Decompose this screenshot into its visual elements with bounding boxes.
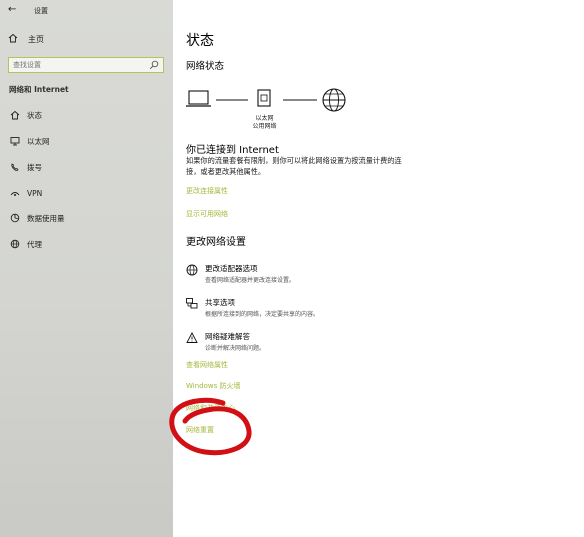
sharing-options[interactable]: 共享选项 根据所连接到的网络，决定要共享的内容。 bbox=[186, 297, 416, 321]
option-title: 更改适配器选项 bbox=[205, 264, 258, 273]
laptop-icon bbox=[186, 90, 211, 107]
option-description: 诊断并解决网络问题。 bbox=[205, 345, 266, 352]
sidebar-item-data-usage[interactable]: 数据使用量 bbox=[8, 211, 65, 225]
adapter-network-type: 公用网络 bbox=[252, 123, 277, 130]
windows-firewall-link[interactable]: Windows 防火墙 bbox=[186, 381, 240, 391]
phone-icon bbox=[8, 161, 22, 173]
ethernet-port-icon bbox=[257, 89, 271, 107]
monitor-icon bbox=[8, 135, 22, 147]
option-title: 网络疑难解答 bbox=[205, 332, 250, 341]
sidebar-item-label: 代理 bbox=[27, 239, 42, 249]
globe-icon bbox=[8, 238, 22, 250]
sidebar-item-label: 状态 bbox=[27, 110, 42, 120]
sidebar-home[interactable]: 主页 bbox=[8, 32, 44, 46]
sidebar-item-dialup[interactable]: 拨号 bbox=[8, 160, 42, 174]
connection-status-description: 如果你的流量套餐有限制，则你可以将此网络设置为按流量计费的连接，或者更改其他属性… bbox=[186, 156, 402, 176]
window-title: 设置 bbox=[34, 7, 48, 15]
network-reset-link[interactable]: 网络重置 bbox=[186, 425, 214, 435]
network-status-header: 网络状态 bbox=[186, 61, 225, 72]
sidebar-item-label: 拨号 bbox=[27, 162, 42, 172]
sidebar-home-label: 主页 bbox=[28, 34, 44, 44]
vpn-icon bbox=[8, 187, 22, 199]
globe-icon bbox=[322, 88, 346, 112]
sidebar-item-vpn[interactable]: VPN bbox=[8, 186, 42, 200]
sidebar-section-header: 网络和 Internet bbox=[9, 85, 69, 94]
network-sharing-center-link[interactable]: 网络和共享中心 bbox=[186, 403, 235, 413]
change-connection-properties-link[interactable]: 更改连接属性 bbox=[186, 186, 228, 196]
network-troubleshooter[interactable]: 网络疑难解答 诊断并解决网络问题。 bbox=[186, 331, 416, 355]
sidebar-item-status[interactable]: 状态 bbox=[8, 108, 42, 122]
sidebar-item-label: VPN bbox=[27, 188, 43, 198]
home-icon bbox=[8, 33, 22, 46]
sidebar-item-label: 数据使用量 bbox=[27, 213, 65, 223]
back-arrow-icon[interactable]: ← bbox=[8, 3, 22, 17]
sidebar-item-ethernet[interactable]: 以太网 bbox=[8, 134, 50, 148]
sidebar-item-proxy[interactable]: 代理 bbox=[8, 237, 42, 251]
warning-icon bbox=[186, 332, 198, 343]
search-box[interactable] bbox=[8, 57, 164, 73]
show-available-networks-link[interactable]: 显示可用网络 bbox=[186, 209, 228, 219]
network-diagram: 以太网 公用网络 bbox=[186, 86, 366, 132]
share-computers-icon bbox=[186, 298, 198, 309]
pie-icon bbox=[8, 212, 22, 224]
change-adapter-options[interactable]: 更改适配器选项 查看网络适配器并更改连接设置。 bbox=[186, 263, 416, 287]
view-network-properties-link[interactable]: 查看网络属性 bbox=[186, 360, 228, 370]
option-description: 查看网络适配器并更改连接设置。 bbox=[205, 277, 296, 284]
option-description: 根据所连接到的网络，决定要共享的内容。 bbox=[205, 311, 320, 318]
main-panel: 状态 网络状态 以太网 公用网络 你已连接到 Internet 如果你的流量套餐… bbox=[173, 0, 584, 537]
search-input[interactable] bbox=[13, 59, 149, 71]
sidebar: ← 设置 主页 网络和 Internet 状态 以太网 拨号 VPN bbox=[0, 0, 173, 537]
home-status-icon bbox=[8, 109, 22, 121]
option-title: 共享选项 bbox=[205, 298, 235, 307]
search-icon[interactable] bbox=[149, 60, 159, 70]
change-network-settings-header: 更改网络设置 bbox=[186, 237, 246, 248]
page-title: 状态 bbox=[186, 33, 214, 49]
connection-status-title: 你已连接到 Internet bbox=[186, 145, 279, 156]
sidebar-item-label: 以太网 bbox=[27, 136, 50, 146]
adapter-globe-icon bbox=[186, 264, 198, 276]
